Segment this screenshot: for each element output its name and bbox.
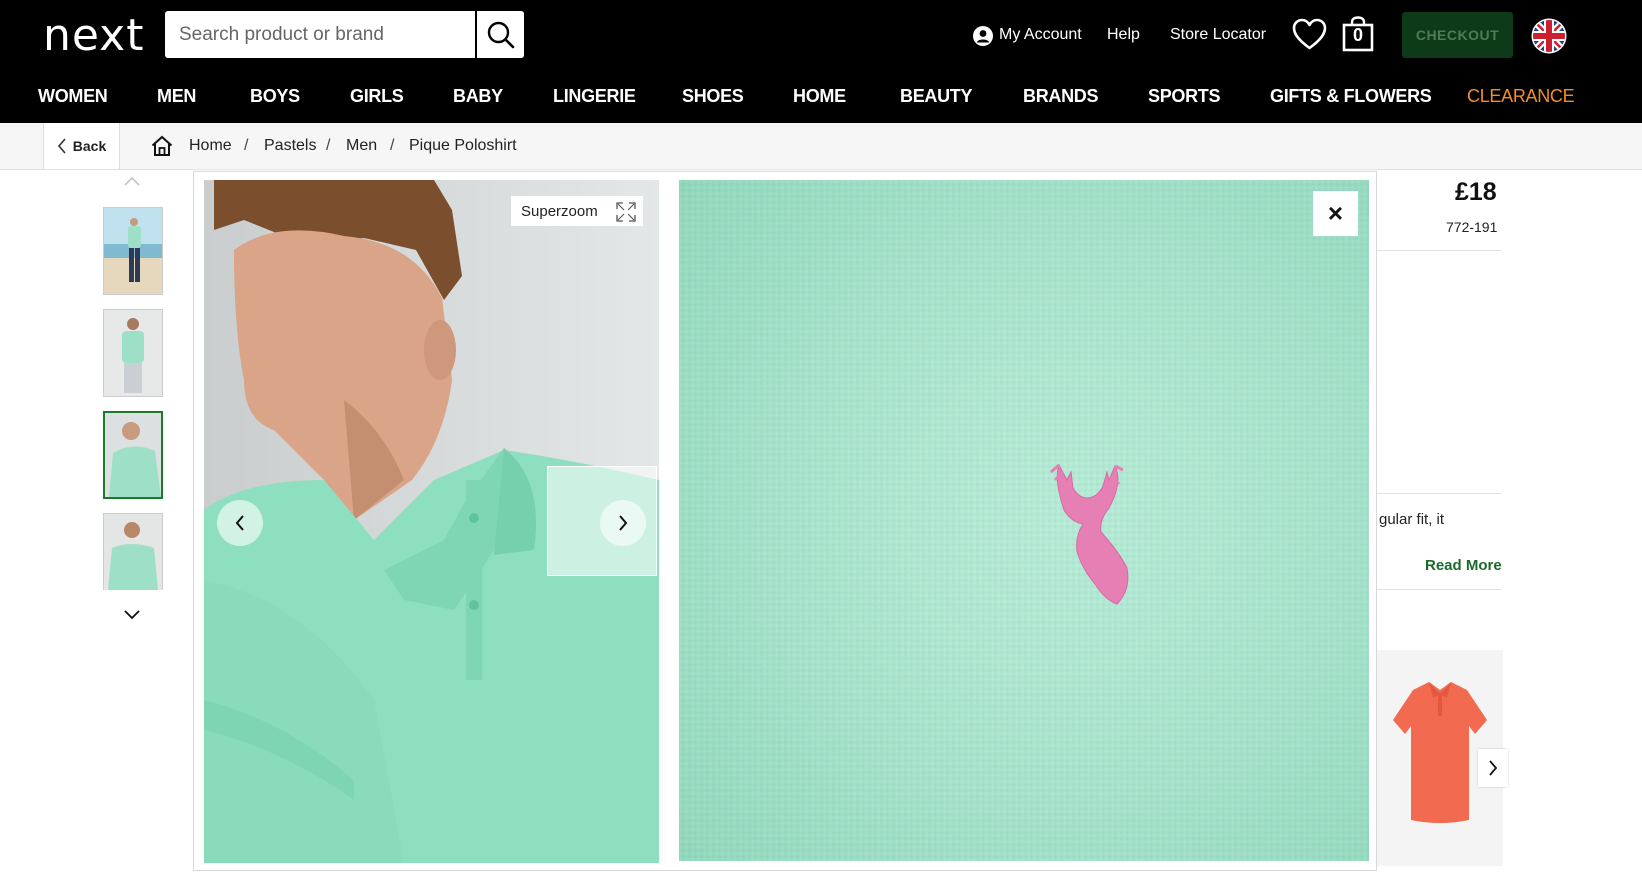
breadcrumb-separator: / <box>326 137 331 154</box>
main-nav: WOMEN MEN BOYS GIRLS BABY LINGERIE SHOES… <box>0 76 1642 118</box>
chevron-right-icon <box>1489 760 1498 776</box>
thumbnail-image <box>104 208 162 294</box>
nav-women[interactable]: WOMEN <box>38 86 108 107</box>
nav-home[interactable]: HOME <box>793 86 846 107</box>
account-icon[interactable] <box>973 26 993 46</box>
superzoom-view[interactable] <box>679 180 1369 861</box>
thumbnail-3[interactable] <box>103 411 163 499</box>
breadcrumb-home[interactable]: Home <box>189 137 232 155</box>
nav-brands[interactable]: BRANDS <box>1023 86 1099 107</box>
nav-baby[interactable]: BABY <box>453 86 503 107</box>
store-locator-link[interactable]: Store Locator <box>1170 26 1266 44</box>
nav-boys[interactable]: BOYS <box>250 86 300 107</box>
breadcrumb-separator: / <box>244 137 249 154</box>
divider <box>1377 589 1501 590</box>
bag-count: 0 <box>1352 25 1363 45</box>
search-button[interactable] <box>475 11 524 58</box>
read-more-link[interactable]: Read More <box>1425 557 1502 574</box>
zoomed-fabric-image <box>679 180 1369 861</box>
nav-gifts-flowers[interactable]: GIFTS & FLOWERS <box>1270 86 1432 107</box>
nav-beauty[interactable]: BEAUTY <box>900 86 973 107</box>
breadcrumb-pastels[interactable]: Pastels <box>264 137 316 155</box>
chevron-right-icon <box>619 515 628 531</box>
next-logo[interactable]: next <box>43 8 144 64</box>
heart-icon[interactable] <box>1292 18 1327 51</box>
product-code: 772-191 <box>1446 219 1498 235</box>
nav-sports[interactable]: SPORTS <box>1148 86 1221 107</box>
my-account-link[interactable]: My Account <box>999 26 1082 44</box>
nav-clearance[interactable]: CLEARANCE <box>1467 86 1575 107</box>
checkout-button[interactable]: CHECKOUT <box>1402 12 1513 58</box>
product-price: £18 <box>1455 178 1497 206</box>
search-box <box>165 11 524 58</box>
thumbnail-4[interactable] <box>103 513 163 590</box>
search-icon <box>487 21 514 48</box>
chevron-left-icon <box>235 515 244 531</box>
thumbnail-image <box>104 310 162 396</box>
nav-men[interactable]: MEN <box>157 86 196 107</box>
superzoom-label: Superzoom <box>521 202 598 220</box>
home-icon[interactable] <box>151 135 173 157</box>
search-input[interactable] <box>165 12 493 57</box>
back-label: Back <box>72 138 107 154</box>
nav-girls[interactable]: GIRLS <box>350 86 404 107</box>
close-zoom-button[interactable]: × <box>1313 191 1358 236</box>
thumbnail-1[interactable] <box>103 207 163 295</box>
prev-image-button[interactable] <box>217 500 263 546</box>
breadcrumb-men[interactable]: Men <box>346 137 377 155</box>
help-link[interactable]: Help <box>1107 26 1140 44</box>
divider <box>1377 250 1501 251</box>
nav-lingerie[interactable]: LINGERIE <box>553 86 636 107</box>
nav-shoes[interactable]: SHOES <box>682 86 744 107</box>
breadcrumb: Back Home / Pastels / Men / Pique Polosh… <box>0 123 1642 170</box>
superzoom-button[interactable]: Superzoom <box>511 196 643 226</box>
back-button[interactable]: Back <box>43 123 120 169</box>
divider <box>1377 493 1501 494</box>
thumbnail-image <box>104 514 162 590</box>
chevron-down-icon[interactable] <box>124 610 140 620</box>
chevron-up-icon[interactable] <box>124 176 140 186</box>
next-image-button[interactable] <box>600 500 646 546</box>
breadcrumb-current: Pique Poloshirt <box>409 137 517 154</box>
carousel-next-button[interactable] <box>1478 749 1508 787</box>
expand-icon <box>616 202 636 222</box>
bag-button[interactable]: 0 <box>1342 16 1374 52</box>
breadcrumb-separator: / <box>390 137 395 154</box>
product-description: gular fit, it <box>1379 511 1445 528</box>
site-header: next My Account Help Store Locator 0 CHE… <box>0 0 1642 123</box>
thumbnail-2[interactable] <box>103 309 163 397</box>
uk-flag-icon[interactable] <box>1531 18 1567 54</box>
thumbnail-image <box>105 413 161 497</box>
chevron-left-icon <box>57 138 66 154</box>
